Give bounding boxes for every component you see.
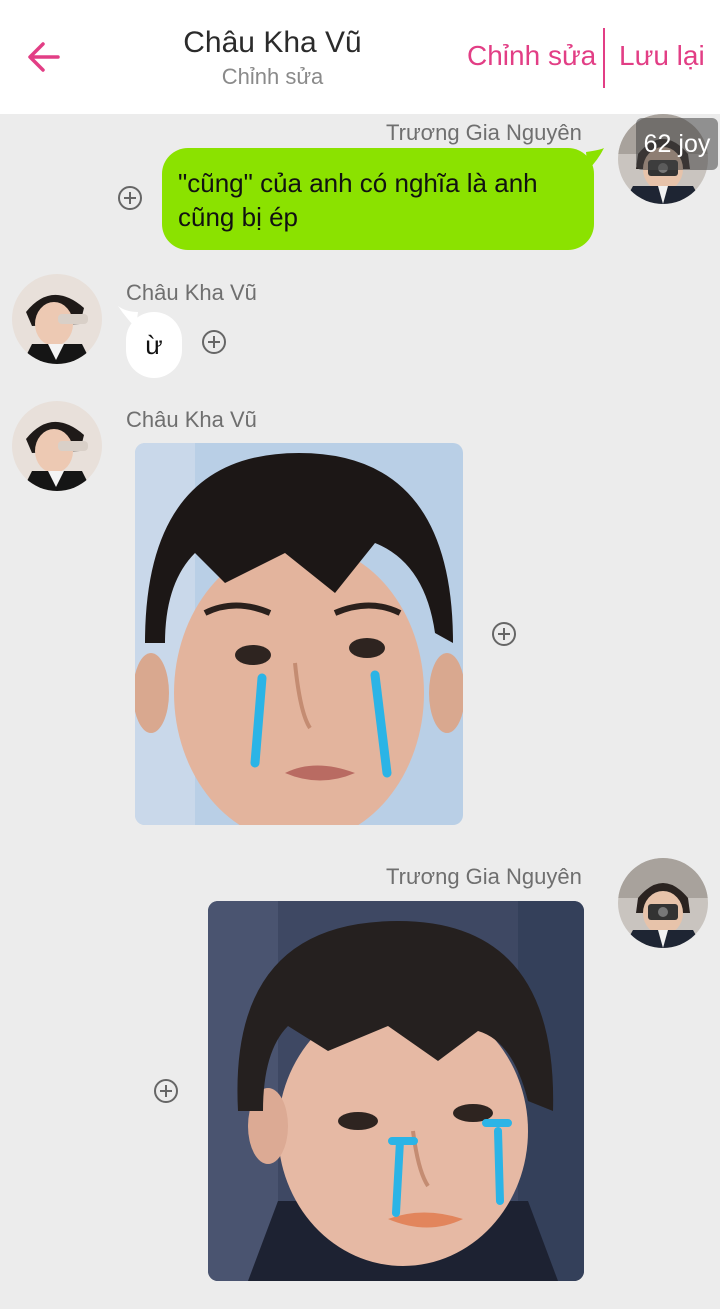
- avatar-chau-kha-vu[interactable]: [12, 401, 102, 491]
- add-reaction-icon[interactable]: [117, 185, 143, 211]
- photo-crying-boy[interactable]: [208, 901, 584, 1281]
- message-bubble[interactable]: "cũng" của anh có nghĩa là anh cũng bị é…: [162, 148, 594, 250]
- app-header: Châu Kha Vũ Chỉnh sửa Chỉnh sửa Lưu lại: [0, 0, 720, 114]
- add-reaction-icon[interactable]: [153, 1078, 179, 1104]
- sender-name: Châu Kha Vũ: [126, 280, 257, 305]
- chat-title: Châu Kha Vũ: [183, 26, 362, 59]
- header-divider: [603, 28, 605, 88]
- chat-subtitle: Chỉnh sửa: [221, 64, 324, 89]
- sender-name: Trương Gia Nguyên: [386, 864, 582, 889]
- message-bubble[interactable]: ừ: [126, 312, 182, 378]
- sender-name: Trương Gia Nguyên: [386, 120, 582, 145]
- save-button[interactable]: Lưu lại: [619, 40, 705, 72]
- back-arrow-icon: [28, 42, 60, 72]
- avatar-truong-gia-nguyen[interactable]: [618, 858, 708, 948]
- add-reaction-icon[interactable]: [491, 621, 517, 647]
- add-reaction-icon[interactable]: [201, 329, 227, 355]
- avatar-chau-kha-vu[interactable]: [12, 274, 102, 364]
- sender-name: Châu Kha Vũ: [126, 407, 257, 432]
- edit-button[interactable]: Chỉnh sửa: [467, 40, 596, 72]
- photo-crying-boy[interactable]: [135, 443, 463, 825]
- overlay-badge: 62 joy: [636, 118, 718, 170]
- back-button[interactable]: [22, 32, 66, 82]
- title-block: Châu Kha Vũ Chỉnh sửa: [140, 24, 405, 90]
